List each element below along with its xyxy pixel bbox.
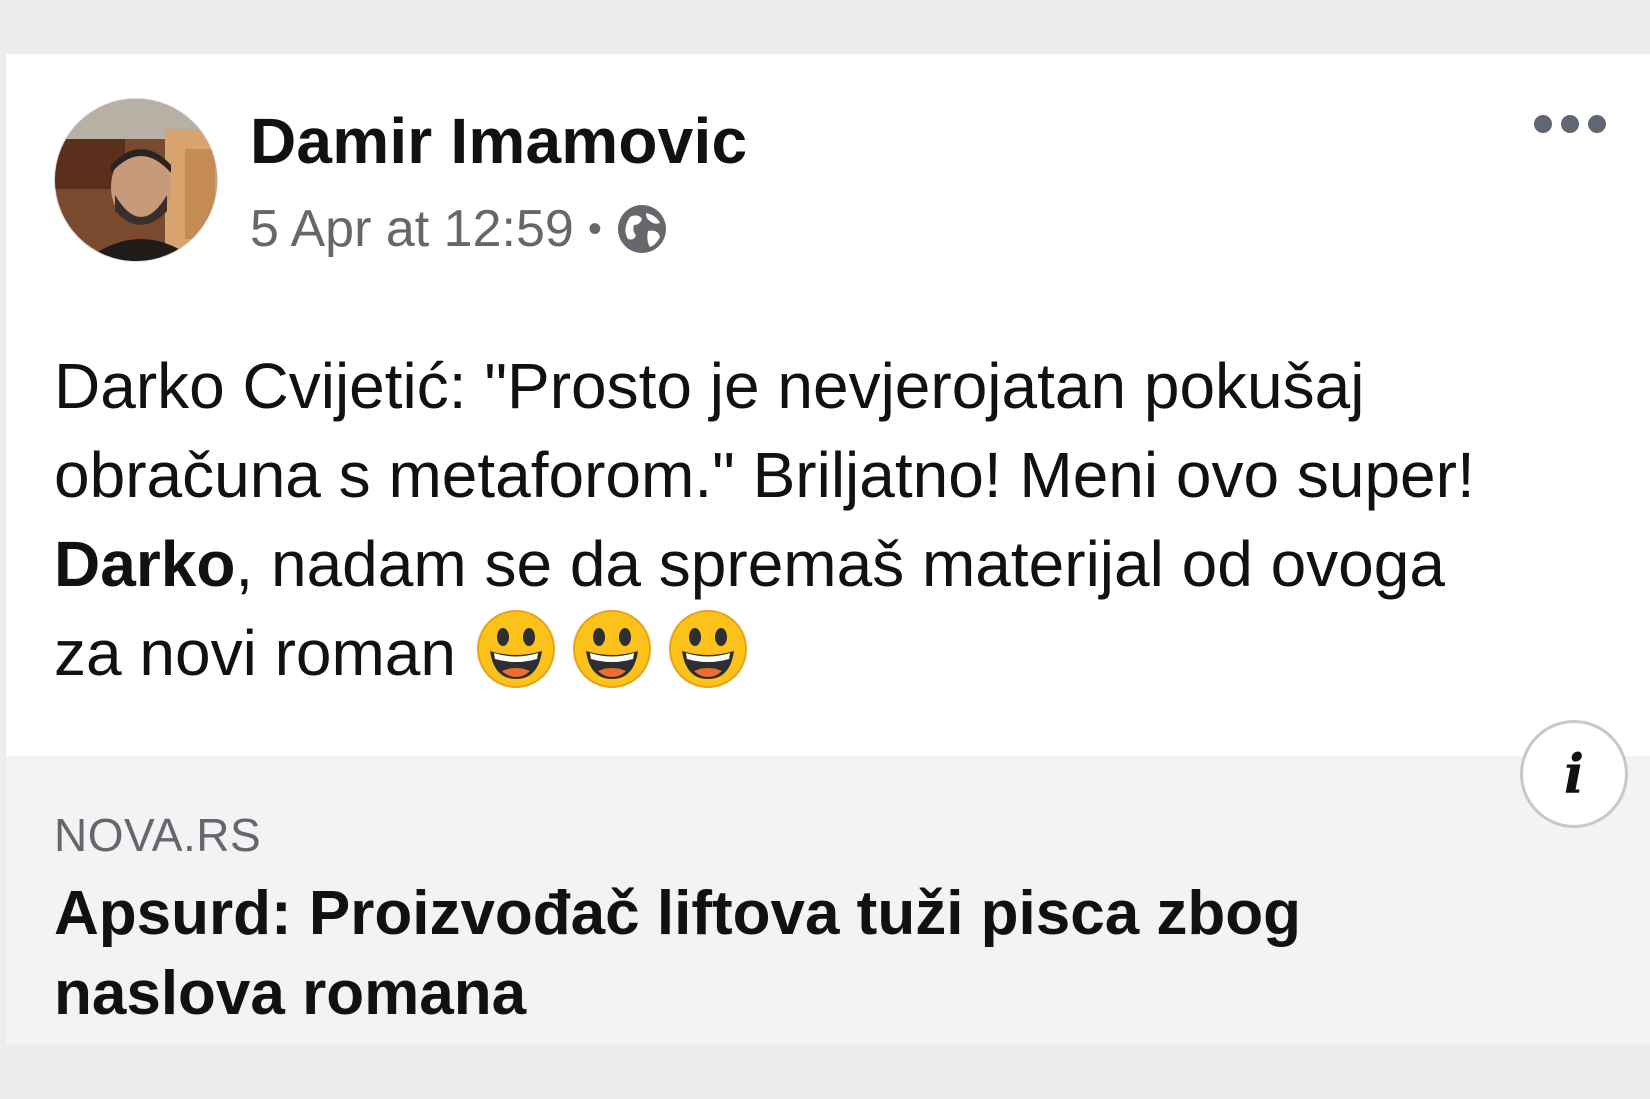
- more-dot: [1561, 115, 1579, 133]
- info-button[interactable]: i: [1520, 720, 1628, 828]
- link-headline[interactable]: Apsurd: Proizvođač liftova tuži pisca zb…: [54, 874, 1554, 1034]
- info-icon: i: [1563, 742, 1585, 806]
- link-domain: NOVA.RS: [54, 809, 262, 861]
- more-options-icon[interactable]: [1534, 112, 1606, 136]
- more-dot: [1588, 115, 1606, 133]
- post-text-line: za novi roman: [54, 609, 1624, 698]
- post-text-line: obračuna s metaforom." Briljatno! Meni o…: [54, 439, 1475, 511]
- post-text-fragment: za novi roman: [54, 617, 456, 689]
- grinning-face-emoji: [572, 610, 651, 688]
- link-headline-line: naslova romana: [54, 959, 527, 1028]
- post-timestamp[interactable]: 5 Apr at 12:59: [250, 199, 574, 259]
- link-preview[interactable]: i NOVA.RS Apsurd: Proizvođač liftova tuž…: [6, 720, 1650, 1044]
- post-text-line: Darko Cvijetić: "Prosto je nevjerojatan …: [54, 350, 1365, 422]
- grinning-face-emoji: [668, 610, 747, 688]
- meta-separator: •: [587, 206, 602, 251]
- post-text-fragment: , nadam se da spremaš materijal od ovoga: [235, 528, 1445, 600]
- post-text: Darko Cvijetić: "Prosto je nevjerojatan …: [54, 342, 1624, 698]
- link-headline-line: Apsurd: Proizvođač liftova tuži pisca zb…: [54, 879, 1302, 948]
- more-dot: [1534, 115, 1552, 133]
- post-meta: 5 Apr at 12:59 •: [250, 194, 668, 264]
- post-text-line: Darko, nadam se da spremaš materijal od …: [54, 520, 1624, 609]
- post-card: Damir Imamovic 5 Apr at 12:59 • Darko Cv…: [6, 54, 1650, 1044]
- mention-link[interactable]: Darko: [54, 528, 235, 600]
- author-name[interactable]: Damir Imamovic: [250, 104, 747, 178]
- grinning-face-emoji: [476, 610, 555, 688]
- globe-icon[interactable]: [616, 203, 668, 255]
- avatar[interactable]: [54, 98, 218, 262]
